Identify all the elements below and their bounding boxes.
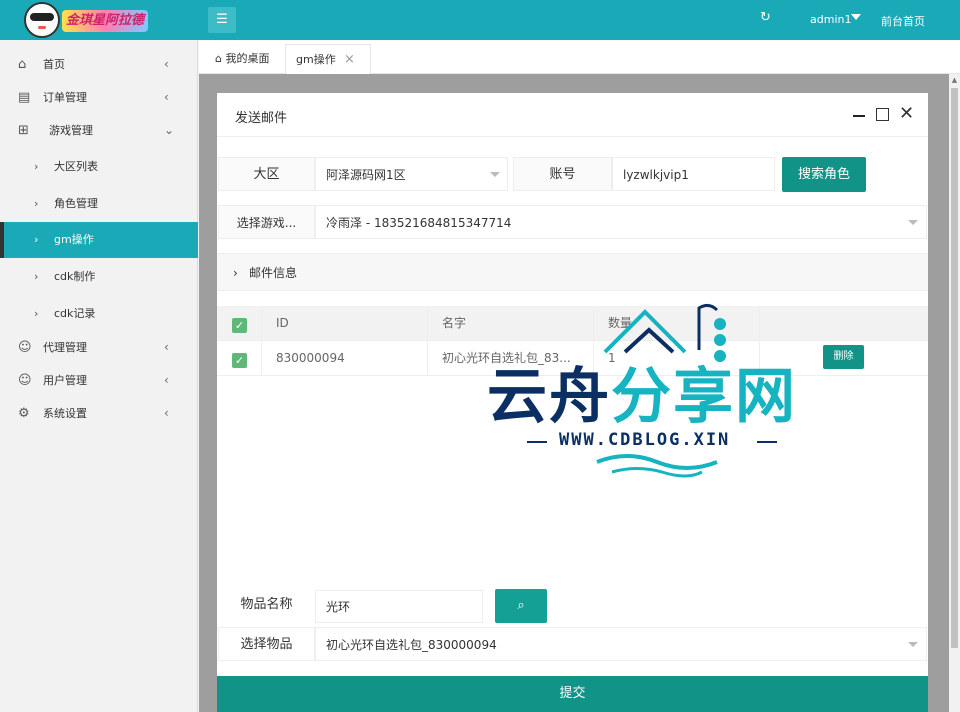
- region-select[interactable]: 阿泽源码网1区: [315, 157, 508, 191]
- chevron-down-icon: ⌄: [164, 123, 175, 137]
- sidebar-item-users[interactable]: ☺ 用户管理 ‹: [0, 364, 198, 397]
- gear-icon: ⚙: [18, 406, 30, 421]
- row-checkbox-cell: ✓: [217, 341, 262, 376]
- tab-desktop[interactable]: ⌂ 我的桌面: [205, 44, 279, 74]
- mail-info-label: 邮件信息: [249, 266, 298, 280]
- caret-down-icon: [908, 220, 918, 225]
- sidebar-item-home[interactable]: ⌂ 首页 ‹: [0, 48, 198, 81]
- mail-info-toggle[interactable]: › 邮件信息: [217, 253, 928, 291]
- logo-text: 金琪星阿拉德: [62, 10, 149, 32]
- chevron-left-icon: ‹: [164, 373, 169, 387]
- select-item-value: 初心光环自选礼包_830000094: [326, 638, 497, 652]
- caret-down-icon[interactable]: [851, 14, 861, 20]
- logo-mascot-icon: [24, 2, 60, 38]
- chevron-left-icon: ‹: [164, 57, 169, 71]
- user-menu[interactable]: admin1: [810, 13, 851, 26]
- submit-button[interactable]: 提交: [217, 676, 928, 712]
- sidebar-item-cdk-make[interactable]: › cdk制作: [0, 260, 198, 293]
- sidebar-item-gm[interactable]: › gm操作: [0, 222, 198, 258]
- chevron-right-icon: ›: [34, 160, 39, 173]
- tab-label: gm操作: [296, 53, 336, 66]
- role-select[interactable]: 冷雨泽 - 183521684815347714: [315, 205, 927, 239]
- scrollbar[interactable]: ▲: [949, 74, 960, 712]
- sidebar-item-orders[interactable]: ▤ 订单管理 ‹: [0, 81, 198, 114]
- sidebar-item-label: 订单管理: [43, 91, 87, 104]
- search-icon: ⌕: [517, 598, 525, 613]
- sidebar-item-label: 用户管理: [43, 374, 87, 387]
- account-label: 账号: [513, 157, 612, 191]
- caret-down-icon: [490, 172, 500, 177]
- column-header-id: ID: [262, 306, 428, 341]
- sidebar-item-label: 游戏管理: [49, 124, 93, 137]
- watermark: 云舟分享网 WWW.CDBLOG.XIN: [487, 300, 827, 480]
- cell-id: 830000094: [262, 341, 428, 376]
- close-icon[interactable]: ×: [344, 45, 355, 75]
- sidebar-item-settings[interactable]: ⚙ 系统设置 ‹: [0, 397, 198, 430]
- chevron-left-icon: ‹: [164, 406, 169, 420]
- chevron-right-icon: ›: [34, 197, 39, 210]
- select-item-dropdown[interactable]: 初心光环自选礼包_830000094: [315, 627, 927, 661]
- close-icon[interactable]: ✕: [899, 103, 914, 124]
- sidebar-item-roles[interactable]: › 角色管理: [0, 187, 198, 220]
- chevron-right-icon: ›: [34, 233, 39, 246]
- watermark-url: WWW.CDBLOG.XIN: [559, 430, 731, 450]
- role-label: 选择游戏...: [218, 205, 315, 239]
- refresh-icon[interactable]: ↻: [760, 10, 771, 25]
- search-role-button[interactable]: 搜索角色: [782, 157, 866, 192]
- scroll-thumb[interactable]: [951, 88, 958, 648]
- chevron-right-icon: ›: [34, 270, 39, 283]
- maximize-icon[interactable]: [876, 108, 889, 121]
- region-label: 大区: [218, 157, 315, 191]
- role-value: 冷雨泽 - 183521684815347714: [326, 216, 512, 230]
- home-icon: ⌂: [18, 57, 27, 72]
- account-input[interactable]: lyzwlkjvip1: [612, 157, 775, 191]
- user-icon: ☺: [18, 373, 32, 388]
- tab-label: 我的桌面: [225, 52, 270, 65]
- menu-icon[interactable]: ☰: [208, 7, 236, 33]
- item-search-button[interactable]: ⌕: [495, 589, 547, 623]
- header-checkbox-cell: ✓: [217, 306, 262, 341]
- home-icon: ⌂: [215, 52, 222, 65]
- game-icon: ⊞: [18, 123, 29, 138]
- minimize-icon[interactable]: [853, 115, 865, 117]
- sidebar-item-label: 代理管理: [43, 341, 87, 354]
- front-page-link[interactable]: 前台首页: [881, 13, 925, 29]
- dialog-header: 发送邮件 ✕: [217, 93, 928, 137]
- agent-icon: ☺: [18, 340, 32, 355]
- tab-gm[interactable]: gm操作 ×: [285, 44, 371, 74]
- sidebar: ⌂ 首页 ‹ ▤ 订单管理 ‹ ⊞ 游戏管理 ⌄ › 大区列表 › 角色管理 ›…: [0, 40, 198, 712]
- chevron-right-icon: ›: [34, 307, 39, 320]
- sidebar-item-label: 系统设置: [43, 407, 87, 420]
- delete-button[interactable]: 删除: [823, 345, 864, 369]
- watermark-title-part2: 分享网: [611, 362, 797, 432]
- sidebar-item-label: gm操作: [54, 233, 94, 246]
- sidebar-item-label: cdk制作: [54, 270, 96, 283]
- select-item-label: 选择物品: [218, 627, 315, 661]
- checkbox-checked-icon[interactable]: ✓: [232, 318, 247, 333]
- watermark-title-part1: 云舟: [487, 362, 611, 432]
- sidebar-item-cdk-records[interactable]: › cdk记录: [0, 297, 198, 330]
- scroll-up-icon[interactable]: ▲: [949, 76, 960, 84]
- sidebar-item-games[interactable]: ⊞ 游戏管理 ⌄: [0, 114, 198, 147]
- dialog-title: 发送邮件: [235, 111, 288, 126]
- sidebar-item-label: 大区列表: [54, 160, 98, 173]
- caret-down-icon: [908, 642, 918, 647]
- chevron-right-icon: ›: [233, 266, 238, 280]
- sidebar-item-agents[interactable]: ☺ 代理管理 ‹: [0, 331, 198, 364]
- checkbox-checked-icon[interactable]: ✓: [232, 353, 247, 368]
- order-icon: ▤: [18, 90, 31, 105]
- tab-bar: ⌂ 我的桌面 gm操作 ×: [199, 40, 960, 74]
- item-name-input[interactable]: 光环: [315, 590, 483, 623]
- sidebar-item-label: 首页: [43, 58, 65, 71]
- watermark-title: 云舟分享网: [487, 362, 797, 432]
- chevron-left-icon: ‹: [164, 340, 169, 354]
- logo[interactable]: 金琪星阿拉德: [22, 2, 186, 38]
- top-bar: 金琪星阿拉德 ☰ ↻ admin1 前台首页: [0, 0, 960, 40]
- sidebar-item-label: 角色管理: [54, 197, 98, 210]
- chevron-left-icon: ‹: [164, 90, 169, 104]
- sidebar-item-label: cdk记录: [54, 307, 96, 320]
- item-name-label: 物品名称: [218, 587, 315, 621]
- sidebar-item-regions[interactable]: › 大区列表: [0, 150, 198, 183]
- region-value: 阿泽源码网1区: [326, 168, 406, 182]
